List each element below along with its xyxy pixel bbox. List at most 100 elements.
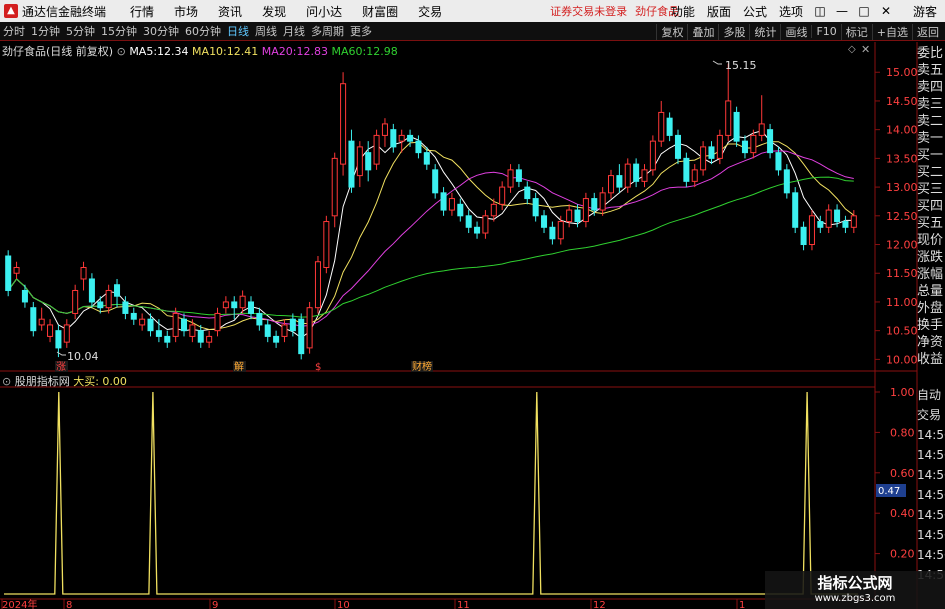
candle-body: [624, 163, 631, 188]
side2-time: 14:56: [917, 508, 945, 522]
candle-body: [817, 221, 824, 228]
candle-body: [683, 157, 690, 182]
candle-body: [566, 209, 573, 223]
candle-body: [281, 324, 288, 337]
side2-auto[interactable]: 自动: [917, 385, 945, 405]
marker-caibang[interactable]: 财榜: [412, 360, 432, 373]
kline-chart[interactable]: 15.00 14.50 14.00 13.50 13.00 12.50 12.00 11.50…: [0, 0, 945, 609]
candle-body: [30, 307, 37, 332]
candle-body: [616, 175, 623, 188]
candle-body: [172, 312, 179, 337]
candle-body: [47, 324, 54, 337]
main-chart-info: 劲仔食品(日线 前复权) ⊙ MA5:12.34 MA10:12.41 MA20…: [2, 43, 398, 59]
candle-body: [800, 226, 807, 246]
marker-dollar[interactable]: $: [315, 362, 321, 373]
candle-body: [541, 215, 548, 228]
candle-body: [423, 152, 430, 165]
y-tick-label: 10.00: [886, 353, 918, 366]
chart-frame: [0, 42, 918, 609]
candle-body: [834, 209, 841, 223]
candle-body: [164, 335, 171, 343]
candle-body: [63, 324, 70, 343]
x-tick-label: 10: [337, 600, 350, 609]
candle-body: [850, 215, 857, 228]
high-pointer: [712, 60, 722, 65]
y-tick-label: 14.50: [886, 95, 918, 108]
indicator-name[interactable]: 股朋指标网: [15, 375, 70, 388]
candle-body: [499, 186, 506, 205]
candle-body: [122, 301, 129, 314]
candle-body: [524, 186, 531, 200]
side-buy2[interactable]: 买二: [917, 164, 945, 181]
watermark-url: www.zbgs3.com: [814, 593, 896, 604]
side-change[interactable]: 涨跌: [917, 249, 945, 266]
indicator-current-value: 0.47: [878, 486, 900, 497]
watermark-logo: 指标公式网: [817, 574, 893, 592]
side-net-asset[interactable]: 净资: [917, 334, 945, 351]
candle-body: [114, 284, 121, 297]
y-tick-label: 11.50: [886, 267, 918, 280]
candle-body: [139, 318, 146, 326]
candle-body: [189, 324, 196, 337]
side-buy5[interactable]: 买五: [917, 215, 945, 232]
side-weibi[interactable]: 委比: [917, 45, 945, 62]
candle-body: [649, 140, 656, 171]
candle-body: [432, 169, 439, 194]
candle-body: [373, 134, 380, 165]
side2-time: 14:56: [917, 488, 945, 502]
side-buy4[interactable]: 买四: [917, 198, 945, 215]
candle-body: [206, 335, 213, 343]
side-outer[interactable]: 外盘: [917, 300, 945, 317]
candle-body: [716, 134, 723, 159]
candle-body: [105, 289, 112, 309]
side-sell3[interactable]: 卖三: [917, 96, 945, 113]
side-buy3[interactable]: 买三: [917, 181, 945, 198]
side-sell5[interactable]: 卖五: [917, 62, 945, 79]
candle-body: [641, 169, 648, 182]
candle-body: [340, 83, 347, 165]
candle-body: [80, 266, 87, 280]
candle-body: [323, 221, 330, 268]
side-sell4[interactable]: 卖四: [917, 79, 945, 96]
y-tick-label: 13.00: [886, 181, 918, 194]
x-tick-label: 9: [212, 600, 218, 609]
indicator-plot: [4, 391, 858, 595]
side-sell2[interactable]: 卖二: [917, 113, 945, 130]
y-tick-label: 15.00: [886, 66, 918, 79]
ma60-line: [7, 176, 854, 318]
marker-jie[interactable]: 解: [234, 360, 244, 373]
side-price[interactable]: 现价: [917, 232, 945, 249]
indicator-settings-icon[interactable]: ⊙: [2, 375, 11, 388]
x-tick-label: 1: [739, 600, 745, 609]
side2-time: 14:56: [917, 448, 945, 462]
ma5-name: MA5:: [129, 45, 158, 58]
side2-time: 14:56: [917, 428, 945, 442]
candle-body: [147, 318, 154, 332]
indicator-y-axis: 1.00 0.80 0.60 0.40 0.20: [875, 386, 915, 561]
candle-body: [155, 330, 162, 337]
candle-body: [415, 140, 422, 154]
settings-icon[interactable]: ⊙: [117, 45, 126, 58]
side2-trade[interactable]: 交易: [917, 405, 945, 425]
side-sell1[interactable]: 卖一: [917, 130, 945, 147]
ma60-value: 12.98: [366, 45, 398, 58]
ma10-value: 12.41: [226, 45, 259, 58]
indicator-tick-label: 0.40: [890, 507, 915, 520]
indicator-line: [4, 391, 858, 595]
marker-zhang[interactable]: 涨: [56, 361, 66, 373]
x-tick-label: 12: [593, 600, 606, 609]
ma5-line: [7, 130, 854, 339]
close-small-icon[interactable]: ✕: [861, 43, 870, 56]
diamond-icon[interactable]: ◇: [848, 44, 856, 55]
side-change-pct[interactable]: 涨幅: [917, 266, 945, 283]
low-label: 10.04: [67, 350, 99, 363]
quote-side-panel: 委比 卖五 卖四 卖三 卖二 卖一 买一 买二 买三 买四 买五 现价 涨跌 涨…: [917, 45, 945, 368]
candle-body: [314, 261, 321, 309]
ma60-name: MA60:: [331, 45, 367, 58]
candle-body: [298, 318, 305, 355]
side-buy1[interactable]: 买一: [917, 147, 945, 164]
candle-body: [231, 301, 238, 309]
side-earnings[interactable]: 收益: [917, 351, 945, 368]
side-volume[interactable]: 总量: [917, 283, 945, 300]
side-turnover[interactable]: 换手: [917, 317, 945, 334]
